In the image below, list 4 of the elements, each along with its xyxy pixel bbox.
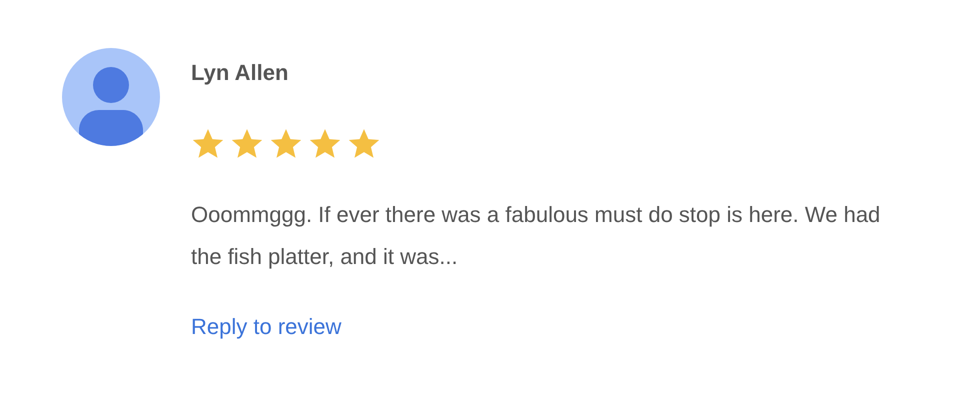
avatar-icon xyxy=(62,48,160,146)
review-text: Ooommggg. If ever there was a fabulous must do stop is here. We had the fish platter, and it was... xyxy=(191,201,882,271)
reply-link[interactable]: Reply to review xyxy=(191,314,342,340)
reviewer-name: Lyn Allen xyxy=(191,60,288,86)
